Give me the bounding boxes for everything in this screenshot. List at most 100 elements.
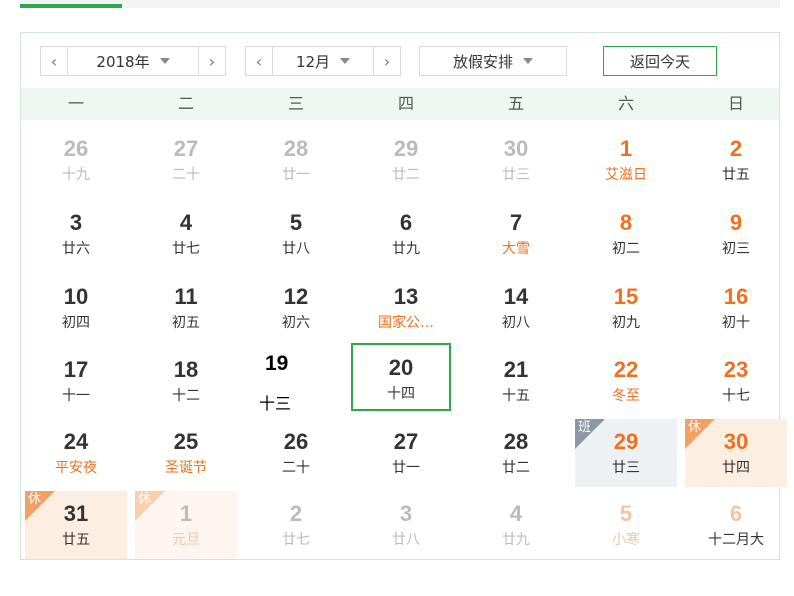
holiday-dropdown[interactable]: 放假安排: [419, 46, 567, 76]
calendar-day-cell[interactable]: 26 二十: [245, 419, 347, 487]
weekday-label: 六: [617, 94, 634, 113]
lunar-date: 初五: [172, 315, 200, 331]
calendar-day-cell[interactable]: 9 初三: [685, 200, 787, 268]
calendar-day-cell[interactable]: 19 十三: [245, 347, 347, 415]
calendar-day-cell[interactable]: 26 十九: [25, 126, 127, 194]
day-number: 4: [179, 210, 193, 235]
day-number: 21: [503, 357, 529, 382]
calendar-day-cell[interactable]: 6 廿九: [355, 200, 457, 268]
day-number: 12: [283, 284, 309, 309]
day-number: 17: [63, 357, 89, 382]
day-number: 13: [393, 284, 419, 309]
calendar-day-cell[interactable]: 5 小寒: [575, 491, 677, 559]
day-number: 1: [619, 136, 633, 161]
calendar-day-cell[interactable]: 24 平安夜: [25, 419, 127, 487]
calendar-day-cell[interactable]: 7 大雪: [465, 200, 567, 268]
holiday-select[interactable]: 放假安排: [420, 51, 566, 72]
day-number: 23: [723, 357, 749, 382]
day-number: 30: [723, 429, 749, 454]
next-year-button[interactable]: ›: [198, 47, 225, 75]
day-number: 19: [265, 352, 289, 375]
calendar-day-cell[interactable]: 25 圣诞节: [135, 419, 237, 487]
day-number: 6: [729, 501, 743, 526]
calendar-day-cell[interactable]: 4 廿九: [465, 491, 567, 559]
calendar-day-cell[interactable]: 20 十四: [351, 343, 451, 411]
day-number: 25: [173, 429, 199, 454]
lunar-date: 廿八: [282, 241, 310, 257]
calendar-day-cell[interactable]: 23 十七: [685, 347, 787, 415]
next-month-button[interactable]: ›: [373, 47, 400, 75]
day-number: 3: [399, 501, 413, 526]
month-dropdown[interactable]: 12月: [273, 51, 373, 72]
calendar-day-cell[interactable]: 8 初二: [575, 200, 677, 268]
month-label: 12月: [295, 52, 331, 71]
day-number: 30: [503, 136, 529, 161]
lunar-date: 初三: [722, 241, 750, 257]
calendar-day-cell[interactable]: 班 29 廿三: [575, 419, 677, 487]
calendar-day-cell[interactable]: 5 廿八: [245, 200, 347, 268]
holiday-label: 放假安排: [452, 52, 513, 71]
calendar-day-cell[interactable]: 10 初四: [25, 274, 127, 342]
day-number: 29: [393, 136, 419, 161]
lunar-date: 十五: [502, 388, 530, 404]
calendar-day-cell[interactable]: 28 廿二: [465, 419, 567, 487]
calendar-day-cell[interactable]: 2 廿七: [245, 491, 347, 559]
calendar-day-cell[interactable]: 28 廿一: [245, 126, 347, 194]
year-dropdown[interactable]: 2018年: [68, 51, 198, 72]
calendar-day-cell[interactable]: 29 廿二: [355, 126, 457, 194]
calendar-day-cell[interactable]: 休 30 廿四: [685, 419, 787, 487]
lunar-date: 十四: [387, 386, 415, 402]
calendar-day-cell[interactable]: 12 初六: [245, 274, 347, 342]
lunar-date: 廿四: [722, 460, 750, 476]
day-number: 29: [613, 429, 639, 454]
chevron-left-icon: ‹: [255, 51, 263, 71]
day-number: 8: [619, 210, 633, 235]
prev-year-button[interactable]: ‹: [41, 47, 68, 75]
month-selector: ‹ 12月 ›: [245, 46, 401, 76]
calendar-day-cell[interactable]: 休 31 廿五: [25, 491, 127, 559]
calendar-day-cell[interactable]: 1 艾滋日: [575, 126, 677, 194]
weekday-label: 三: [287, 94, 304, 113]
day-number: 18: [173, 357, 199, 382]
lunar-date: 二十: [282, 460, 310, 476]
calendar-day-cell[interactable]: 18 十二: [135, 347, 237, 415]
calendar-day-cell[interactable]: 14 初八: [465, 274, 567, 342]
calendar-day-cell[interactable]: 16 初十: [685, 274, 787, 342]
day-number: 1: [179, 501, 193, 526]
day-number: 28: [503, 429, 529, 454]
calendar-day-cell[interactable]: 17 十一: [25, 347, 127, 415]
calendar-day-cell[interactable]: 15 初九: [575, 274, 677, 342]
prev-month-button[interactable]: ‹: [246, 47, 273, 75]
day-number: 5: [619, 501, 633, 526]
calendar-day-cell[interactable]: 休 1 元旦: [135, 491, 237, 559]
lunar-date: 初九: [612, 315, 640, 331]
calendar-day-cell[interactable]: 30 廿三: [465, 126, 567, 194]
day-number: 6: [399, 210, 413, 235]
lunar-date: 廿八: [392, 532, 420, 548]
day-number: 5: [289, 210, 303, 235]
chevron-right-icon: ›: [383, 51, 391, 71]
lunar-date: 国家公…: [378, 315, 434, 331]
calendar-day-cell[interactable]: 21 十五: [465, 347, 567, 415]
lunar-date: 二十: [172, 167, 200, 183]
calendar-day-cell[interactable]: 27 二十: [135, 126, 237, 194]
lunar-date: 廿三: [612, 460, 640, 476]
chevron-right-icon: ›: [208, 51, 216, 71]
day-number: 2: [729, 136, 743, 161]
calendar-day-cell[interactable]: 3 廿八: [355, 491, 457, 559]
lunar-date: 初八: [502, 315, 530, 331]
weekday-label: 二: [177, 94, 194, 113]
calendar-day-cell[interactable]: 11 初五: [135, 274, 237, 342]
calendar-day-cell[interactable]: 13 国家公…: [355, 274, 457, 342]
tab-bar: [20, 0, 780, 8]
chevron-down-icon: [340, 58, 351, 64]
lunar-date: 廿五: [722, 167, 750, 183]
day-number: 22: [613, 357, 639, 382]
calendar-day-cell[interactable]: 4 廿七: [135, 200, 237, 268]
calendar-day-cell[interactable]: 3 廿六: [25, 200, 127, 268]
calendar-day-cell[interactable]: 27 廿一: [355, 419, 457, 487]
back-to-today-button[interactable]: 返回今天: [603, 46, 717, 76]
calendar-day-cell[interactable]: 22 冬至: [575, 347, 677, 415]
calendar-day-cell[interactable]: 2 廿五: [685, 126, 787, 194]
calendar-day-cell[interactable]: 6 十二月大: [685, 491, 787, 559]
